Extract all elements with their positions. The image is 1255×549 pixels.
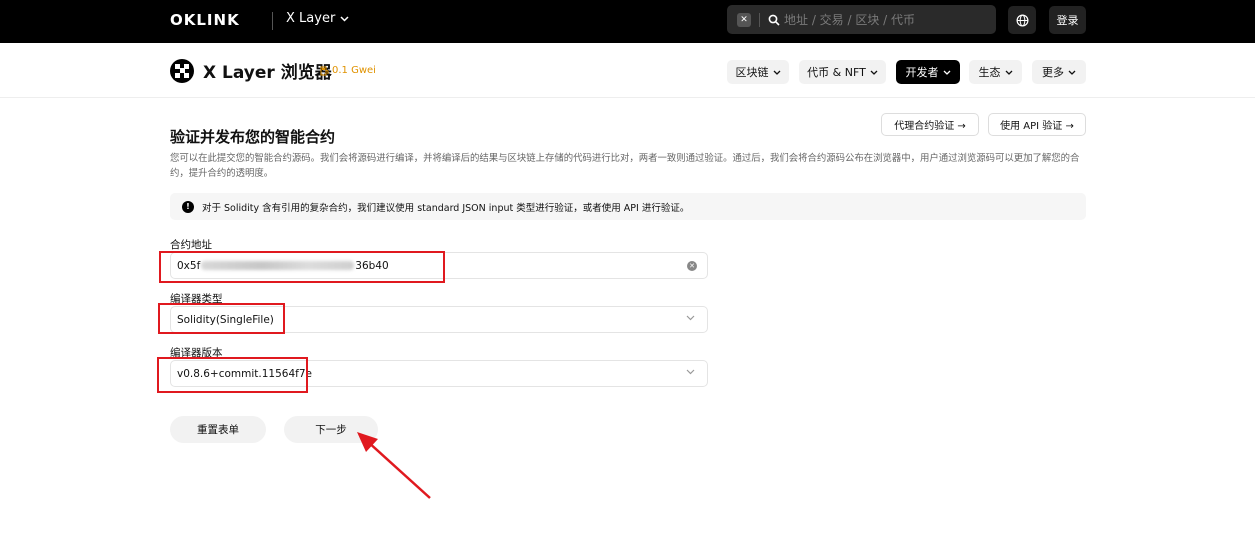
- highlight-box: [157, 357, 308, 393]
- highlight-box: [159, 251, 445, 283]
- nav-more[interactable]: 更多: [1032, 60, 1086, 84]
- gas-price-value: 0.1 Gwei: [332, 65, 376, 76]
- chevron-down-icon: [773, 70, 780, 75]
- search-input[interactable]: [784, 12, 984, 27]
- notice-banner: ! 对于 Solidity 含有引用的复杂合约，我们建议使用 standard …: [170, 193, 1086, 220]
- nav-blockchain[interactable]: 区块链: [727, 60, 789, 84]
- nav-label: 更多: [1042, 66, 1064, 79]
- reset-form-button[interactable]: 重置表单: [170, 416, 266, 443]
- top-navigation-bar: OKLINK X Layer ✕ 登录: [0, 0, 1255, 43]
- language-button[interactable]: [1008, 6, 1036, 34]
- chevron-down-icon: [686, 315, 695, 321]
- search-box[interactable]: ✕: [727, 5, 996, 34]
- nav-tokens-nft[interactable]: 代币 & NFT: [799, 60, 886, 84]
- search-icon: [768, 14, 780, 26]
- explorer-header: X Layer 浏览器 0.1 Gwei 区块链 代币 & NFT 开发者 生态…: [0, 43, 1255, 98]
- nav-label: 代币 & NFT: [807, 66, 866, 79]
- brand[interactable]: X Layer 浏览器: [170, 58, 332, 83]
- chevron-down-icon: [1005, 70, 1012, 75]
- brand-title: X Layer 浏览器: [203, 63, 332, 83]
- chain-selector-label: X Layer: [286, 11, 336, 26]
- network-icon[interactable]: ✕: [737, 12, 751, 27]
- logo-text: OKLINK: [170, 10, 240, 29]
- nav-developer[interactable]: 开发者: [896, 60, 960, 84]
- nav-label: 区块链: [735, 66, 769, 79]
- nav-label: 生态: [978, 66, 1001, 79]
- info-icon: !: [182, 200, 194, 213]
- api-verify-button[interactable]: 使用 API 验证 →: [988, 113, 1086, 136]
- gas-price[interactable]: 0.1 Gwei: [320, 65, 376, 76]
- gas-pump-icon: [320, 66, 329, 75]
- arrow-annotation: [357, 432, 431, 499]
- divider: [759, 12, 760, 27]
- chevron-down-icon: [340, 15, 349, 22]
- chevron-down-icon: [686, 369, 695, 375]
- page-title: 验证并发布您的智能合约: [170, 128, 336, 146]
- x-layer-logo-icon: [170, 58, 194, 83]
- page-description: 您可以在此提交您的智能合约源码。我们会将源码进行编译，并将编译后的结果与区块链上…: [170, 153, 1080, 179]
- nav-label: 开发者: [905, 66, 939, 79]
- notice-text: 对于 Solidity 含有引用的复杂合约，我们建议使用 standard JS…: [202, 202, 690, 214]
- chevron-down-icon: [870, 70, 878, 75]
- login-button[interactable]: 登录: [1049, 6, 1086, 34]
- chevron-down-icon: [1068, 70, 1076, 75]
- contract-address-label: 合约地址: [170, 239, 212, 251]
- clear-icon[interactable]: ✕: [687, 261, 697, 271]
- nav-ecosystem[interactable]: 生态: [969, 60, 1022, 84]
- chevron-down-icon: [943, 70, 950, 75]
- chain-selector[interactable]: X Layer: [286, 11, 349, 26]
- globe-icon: [1016, 14, 1028, 26]
- proxy-contract-verify-button[interactable]: 代理合约验证 →: [881, 113, 979, 136]
- oklink-logo[interactable]: OKLINK: [170, 10, 240, 29]
- divider: [272, 12, 273, 30]
- highlight-box: [158, 303, 285, 334]
